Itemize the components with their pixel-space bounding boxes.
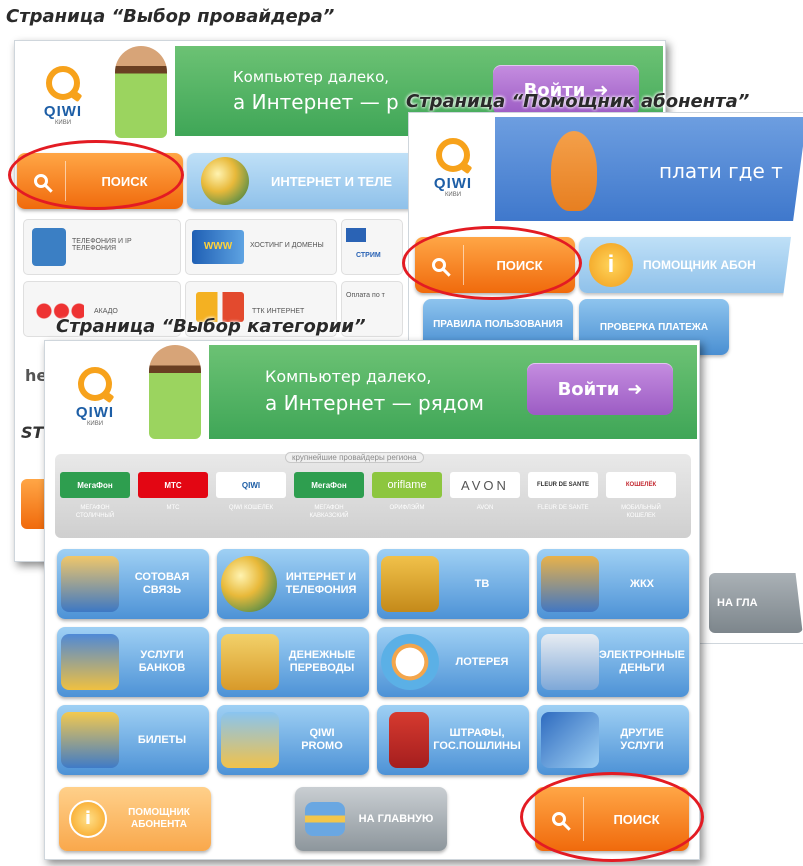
chick-mascot-icon [551,131,597,211]
provider-qiwi-wallet[interactable]: QIWI QIWI КОШЕЛЕК [213,466,289,536]
mouse-icon [541,634,599,690]
stand-icon [221,712,279,768]
provider-avon[interactable]: AVON AVON [447,466,523,536]
info-icon: i [589,243,633,287]
caption-helper-page: Страница “Помощник абонента” [406,91,750,112]
megafon-logo-icon: МегаФон [60,472,130,498]
side-fragment-st: ST [21,423,44,442]
www-icon: WWW [192,230,244,264]
banner-line1: Компьютер далеко, [233,68,390,86]
caption-category-page: Страница “Выбор категории” [56,316,366,337]
mobile-wallet-logo-icon: КОШЕЛЁК [606,472,676,498]
category-mobile[interactable]: СОТОВАЯ СВЯЗЬ [57,549,209,619]
mts-logo-icon: МТС [138,472,208,498]
globe-icon [221,556,277,612]
category-tv[interactable]: ТВ [377,549,529,619]
category-fines[interactable]: ШТРАФЫ, ГОС.ПОШЛИНЫ [377,705,529,775]
provider-mts[interactable]: МТС МТС [135,466,211,536]
providers-strip: крупнейшие провайдеры региона МегаФон МЕ… [55,452,691,538]
emblem-icon [389,712,429,768]
house-icon [541,556,599,612]
qiwi-logo: QIWI КИВИ [33,61,93,131]
category-internet[interactable]: ИНТЕРНЕТ И ТЕЛЕФОНИЯ [217,549,369,619]
arrow-right-icon: ➜ [627,378,643,400]
tile-hosting[interactable]: WWW ХОСТИНГ И ДОМЕНЫ [185,219,337,275]
provider-megafon-kavkazsky[interactable]: МегаФон МЕГАФОН КАВКАЗСКИЙ [291,466,367,536]
megafon-logo-icon: МегаФон [294,472,364,498]
tile-telephony[interactable]: ТЕЛЕФОНИЯ И IP ТЕЛЕФОНИЯ [23,219,181,275]
home-button-fragment[interactable]: НА ГЛА [709,573,803,633]
tab-helper[interactable]: i ПОМОЩНИК АБОН [579,237,803,293]
tile-strim[interactable]: СТРИМ [341,219,403,275]
provider-fleur-de-sante[interactable]: FLEUR DE SANTE FLEUR DE SANTE [525,466,601,536]
phone-icon [61,556,119,612]
safe-icon [61,634,119,690]
banner-girl-image [149,345,201,439]
ticket-icon [61,712,119,768]
avon-logo-icon: AVON [450,472,520,498]
provider-oriflame[interactable]: oriflame ОРИФЛЭЙМ [369,466,445,536]
helper-banner: плати где т [495,117,803,221]
globe-icon [201,157,249,205]
home-button[interactable]: НА ГЛАВНУЮ [295,787,447,851]
banner-line1: Компьютер далеко, [265,367,432,386]
enter-button[interactable]: Войти ➜ [527,363,673,415]
banner-girl-image [115,46,167,138]
info-icon: i [69,800,107,838]
signpost-icon [221,634,279,690]
helper-slogan: плати где т [659,159,783,183]
lottery-icon [381,634,439,690]
category-lottery[interactable]: ЛОТЕРЕЯ [377,627,529,697]
category-tickets[interactable]: БИЛЕТЫ [57,705,209,775]
providers-title: крупнейшие провайдеры региона [285,452,424,463]
provider-mobile-wallet[interactable]: КОШЕЛЁК МОБИЛЬНЫЙ КОШЕЛЕК [603,466,679,536]
qiwi-logo: QIWI КИВИ [423,133,483,203]
strim-logo-icon [346,228,366,242]
helper-button[interactable]: i ПОМОЩНИК АБОНЕНТА [59,787,211,851]
highlight-ellipse-helper-search [402,226,582,300]
tv-icon [381,556,439,612]
category-other[interactable]: ДРУГИЕ УСЛУГИ [537,705,689,775]
category-e-money[interactable]: ЭЛЕКТРОННЫЕ ДЕНЬГИ [537,627,689,697]
banner-line2: а Интернет — р [233,90,399,114]
highlight-ellipse-category-search [520,772,704,862]
oriflame-logo-icon: oriflame [372,472,442,498]
qiwi-wallet-logo-icon: QIWI [216,472,286,498]
highlight-ellipse-provider-search [8,140,184,210]
cubes-icon [541,712,599,768]
qiwi-logo: QIWI КИВИ [65,361,125,433]
category-transfers[interactable]: ДЕНЕЖНЫЕ ПЕРЕВОДЫ [217,627,369,697]
phone-icon [32,228,66,266]
category-banks[interactable]: УСЛУГИ БАНКОВ [57,627,209,697]
category-qiwi-promo[interactable]: QIWI PROMO [217,705,369,775]
fleur-de-sante-logo-icon: FLEUR DE SANTE [528,472,598,498]
category-housing[interactable]: ЖКХ [537,549,689,619]
banner-line2: а Интернет — рядом [265,391,484,415]
home-icon [305,802,345,836]
caption-provider-page: Страница “Выбор провайдера” [6,6,335,27]
provider-megafon-stolichny[interactable]: МегаФон МЕГАФОН СТОЛИЧНЫЙ [57,466,133,536]
